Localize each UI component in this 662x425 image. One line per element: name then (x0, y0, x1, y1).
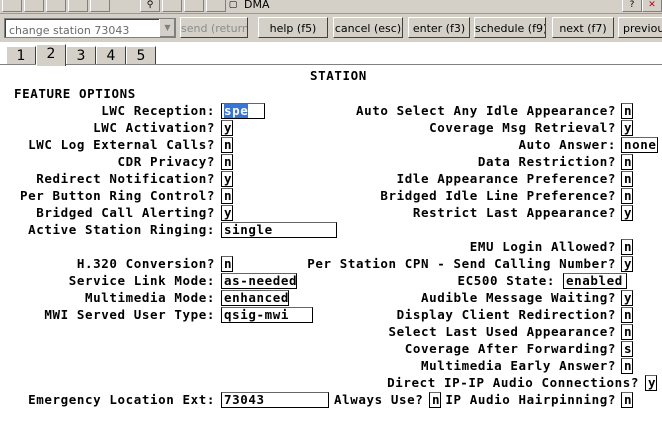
auto-answer-label: Auto Answer: (518, 137, 616, 152)
help-icon[interactable]: ? (622, 0, 642, 12)
always-use-label: Always Use? (334, 392, 424, 407)
help-button[interactable]: help (f5) (258, 17, 328, 38)
command-toolbar: ▼ send (return) help (f5) cancel (esc) e… (0, 14, 662, 42)
data-restriction-label: Data Restriction? (477, 154, 616, 169)
cancel-button[interactable]: cancel (esc) (333, 17, 403, 38)
tab-4[interactable]: 4 (96, 46, 126, 65)
restrict-last-appearance-label: Restrict Last Appearance? (412, 205, 616, 220)
display-client-redirection-label: Display Client Redirection? (396, 307, 616, 322)
audible-message-waiting-label: Audible Message Waiting? (420, 290, 616, 305)
data-restriction-field[interactable]: n (621, 154, 633, 170)
emergency-location-ext-label: Emergency Location Ext: (28, 392, 215, 407)
coverage-after-forwarding-label: Coverage After Forwarding? (404, 341, 616, 356)
coverage-msg-retrieval-label: Coverage Msg Retrieval? (429, 120, 616, 135)
command-input[interactable] (5, 22, 157, 39)
bridged-call-alerting-label: Bridged Call Alerting? (36, 205, 215, 220)
ec500-state-label: EC500 State: (457, 273, 555, 288)
multimedia-early-answer-field[interactable]: n (621, 358, 633, 374)
active-station-ringing-field[interactable]: single (221, 222, 337, 238)
toolbar-icon[interactable] (24, 0, 44, 12)
restrict-last-appearance-field[interactable]: y (621, 205, 633, 221)
ec500-state-field[interactable]: enabled (563, 273, 627, 289)
cdr-privacy-field[interactable]: n (221, 154, 233, 170)
tab-5[interactable]: 5 (126, 46, 156, 65)
service-link-mode-label: Service Link Mode: (68, 273, 215, 288)
bridged-idle-line-preference-field[interactable]: n (621, 188, 633, 204)
bridged-idle-line-preference-label: Bridged Idle Line Preference? (380, 188, 616, 203)
toolbar-icon[interactable] (90, 0, 110, 12)
idle-appearance-preference-label: Idle Appearance Preference? (396, 171, 616, 186)
ip-audio-hairpinning-field[interactable]: n (621, 392, 633, 408)
lwc-activation-label: LWC Activation? (93, 120, 215, 135)
auto-answer-field[interactable]: none (621, 137, 658, 153)
toolbar-icon[interactable] (162, 0, 182, 12)
multimedia-mode-label: Multimedia Mode: (84, 290, 215, 305)
direct-ip-ip-audio-label: Direct IP-IP Audio Connections? (387, 375, 639, 390)
close-icon[interactable]: ✕ (642, 0, 662, 12)
direct-ip-ip-audio-field[interactable]: y (645, 375, 657, 391)
bridged-call-alerting-field[interactable]: y (221, 205, 233, 221)
schedule-button[interactable]: schedule (f9) (474, 17, 546, 38)
multimedia-early-answer-label: Multimedia Early Answer? (420, 358, 616, 373)
toolbar-icon[interactable] (46, 0, 66, 12)
tab-3[interactable]: 3 (66, 46, 96, 65)
active-station-ringing-label: Active Station Ringing: (28, 222, 215, 237)
always-use-field[interactable]: n (429, 392, 441, 408)
per-button-ring-control-label: Per Button Ring Control? (19, 188, 215, 203)
idle-appearance-preference-field[interactable]: n (621, 171, 633, 187)
h320-conversion-label: H.320 Conversion? (76, 256, 215, 271)
top-icon-strip: ⚲ ▢ DMA ? ✕ (0, 0, 662, 14)
ip-audio-hairpinning-label: IP Audio Hairpinning? (445, 392, 616, 407)
lwc-log-external-calls-label: LWC Log External Calls? (28, 137, 215, 152)
auto-select-idle-appearance-field[interactable]: n (621, 103, 633, 119)
per-station-cpn-field[interactable]: y (621, 256, 633, 272)
emu-login-allowed-field[interactable]: n (621, 239, 633, 255)
previous-button[interactable]: previous (618, 17, 662, 38)
lwc-reception-label: LWC Reception: (101, 103, 215, 118)
redirect-notification-label: Redirect Notification? (36, 171, 215, 186)
form-title: STATION (310, 68, 367, 83)
multimedia-mode-field[interactable]: enhanced (221, 290, 289, 306)
toolbar-icon[interactable] (206, 0, 226, 12)
coverage-msg-retrieval-field[interactable]: y (621, 120, 633, 136)
station-form: STATION FEATURE OPTIONS LWC Reception: s… (0, 66, 662, 425)
lwc-reception-field[interactable]: spe (221, 103, 265, 119)
tab-2[interactable]: 2 (36, 44, 66, 66)
emu-login-allowed-label: EMU Login Allowed? (469, 239, 616, 254)
window-icon: ▢ (226, 0, 240, 11)
cdr-privacy-label: CDR Privacy? (117, 154, 215, 169)
section-heading: FEATURE OPTIONS (14, 86, 136, 101)
emergency-location-ext-field[interactable]: 73043 (221, 392, 329, 408)
service-link-mode-field[interactable]: as-needed (221, 273, 297, 289)
next-button[interactable]: next (f7) (552, 17, 614, 38)
window-title: DMA (244, 0, 270, 11)
toolbar-icon[interactable] (184, 0, 204, 12)
per-station-cpn-label: Per Station CPN - Send Calling Number? (307, 256, 616, 271)
select-last-used-appearance-label: Select Last Used Appearance? (388, 324, 616, 339)
page-tabs: 1 2 3 4 5 (0, 44, 662, 66)
command-combobox[interactable]: ▼ (4, 18, 176, 39)
h320-conversion-field[interactable]: n (221, 256, 233, 272)
per-button-ring-control-field[interactable]: n (221, 188, 233, 204)
mwi-served-user-type-label: MWI Served User Type: (44, 307, 215, 322)
chevron-down-icon[interactable]: ▼ (159, 19, 175, 37)
lwc-log-external-calls-field[interactable]: n (221, 137, 233, 153)
enter-button[interactable]: enter (f3) (408, 17, 470, 38)
send-button[interactable]: send (return) (180, 17, 248, 38)
redirect-notification-field[interactable]: y (221, 171, 233, 187)
lwc-activation-field[interactable]: y (221, 120, 233, 136)
display-client-redirection-field[interactable]: n (621, 307, 633, 323)
tab-divider (0, 64, 662, 65)
coverage-after-forwarding-field[interactable]: s (621, 341, 633, 357)
mwi-served-user-type-field[interactable]: qsig-mwi (221, 307, 313, 323)
search-icon[interactable]: ⚲ (140, 0, 160, 12)
select-last-used-appearance-field[interactable]: n (621, 324, 633, 340)
auto-select-idle-appearance-label: Auto Select Any Idle Appearance? (355, 103, 616, 118)
audible-message-waiting-field[interactable]: y (621, 290, 633, 306)
toolbar-icon[interactable] (68, 0, 88, 12)
toolbar-icon[interactable] (2, 0, 22, 12)
tab-1[interactable]: 1 (6, 46, 36, 65)
